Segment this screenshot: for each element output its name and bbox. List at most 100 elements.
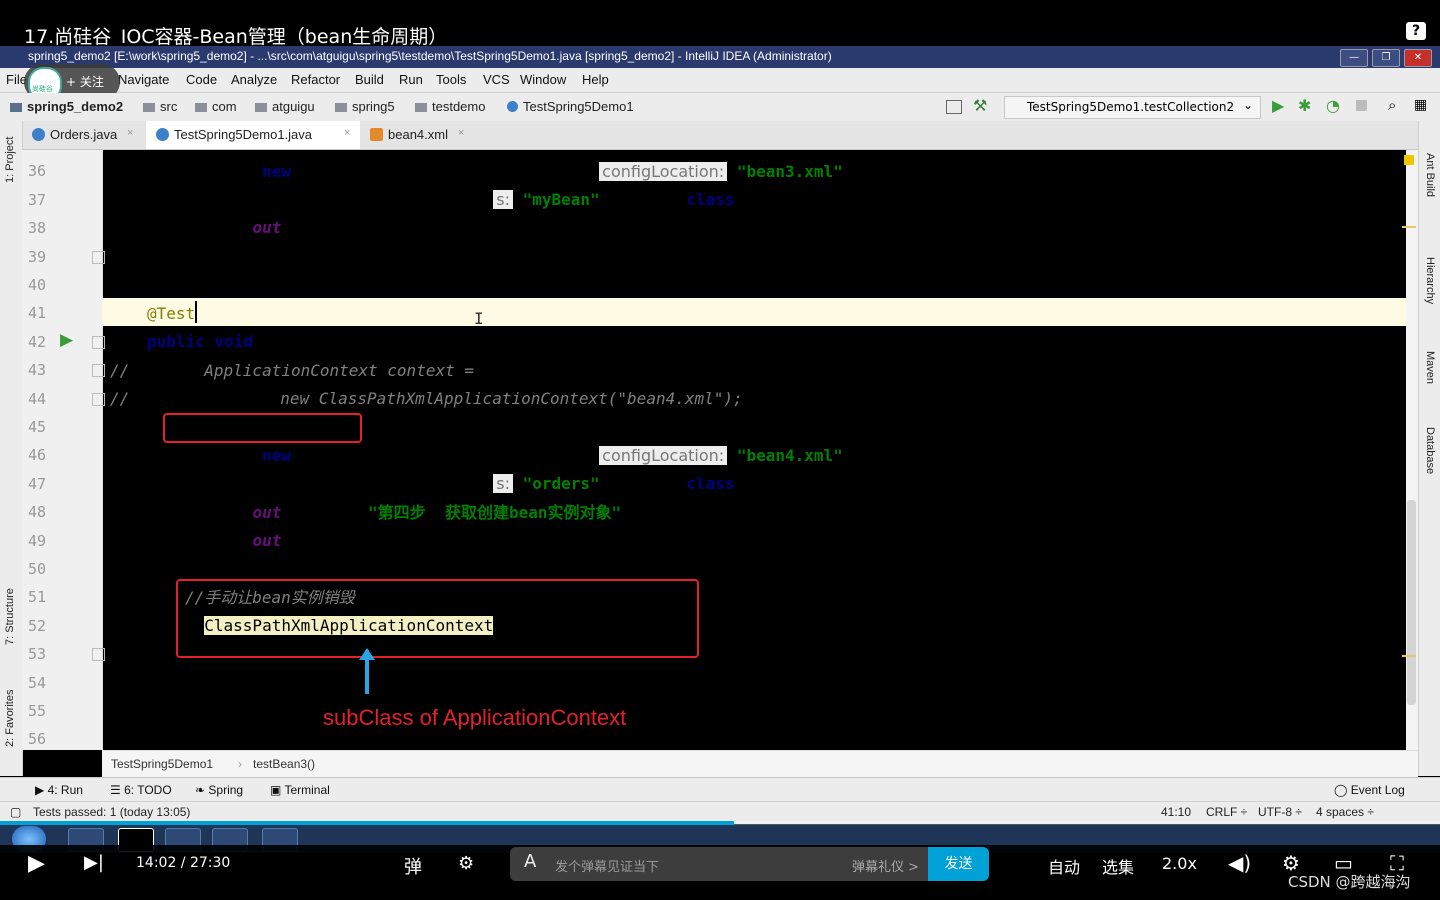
code-line-49: System.out.println(orders); [185, 531, 446, 550]
code-editor[interactable]: new ClassPathXmlApplicationContext(confi… [102, 150, 1408, 750]
line-separator[interactable]: CRLF ÷ [1206, 805, 1247, 819]
menu-vcs[interactable]: VCS [483, 72, 510, 87]
window-title-bar: spring5_demo2 [E:\work\spring5_demo2] - … [0, 46, 1440, 68]
close-tab-icon[interactable]: × [458, 127, 464, 139]
line-number: 52 [28, 617, 47, 635]
play-icon[interactable]: ▶ [28, 851, 45, 876]
crumb-atguigu[interactable]: atguigu [255, 99, 315, 114]
ant-build-tool-button[interactable]: Ant Build [1424, 153, 1436, 197]
settings-icon[interactable]: ▦ [1414, 97, 1427, 113]
terminal-tool-button[interactable]: ▣ Terminal [270, 783, 330, 797]
maximize-button[interactable]: ❐ [1372, 49, 1400, 67]
next-icon[interactable]: ▶| [84, 852, 104, 873]
run-test-gutter-icon[interactable]: ▶ [60, 330, 73, 350]
file-encoding[interactable]: UTF-8 ÷ [1258, 805, 1302, 819]
xml-icon [370, 128, 383, 141]
crumb-class[interactable]: TestSpring5Demo1 [507, 99, 634, 114]
tab-orders-java[interactable]: Orders.java × [22, 121, 146, 149]
quality-button[interactable]: 自动 [1048, 854, 1080, 878]
line-number: 46 [28, 446, 47, 464]
line-number: 49 [28, 532, 47, 550]
code-line-37: Course course = context.getBean(s: "myBe… [185, 190, 754, 209]
menu-window[interactable]: Window [520, 72, 566, 87]
line-number: 48 [28, 503, 47, 521]
volume-icon[interactable]: ◀) [1228, 851, 1251, 875]
line-number: 54 [28, 674, 47, 692]
crumb-class-name[interactable]: TestSpring5Demo1 [111, 757, 213, 771]
menu-refactor[interactable]: Refactor [291, 72, 340, 87]
line-number: 40 [28, 276, 47, 294]
todo-tool-button[interactable]: ☰ 6: TODO [110, 783, 172, 797]
error-stripe-marker[interactable] [1402, 226, 1416, 228]
line-number: 37 [28, 191, 47, 209]
danmu-placeholder: 发个弹幕见证当下 [555, 860, 660, 875]
crumb-src[interactable]: src [143, 99, 177, 114]
danmu-input[interactable]: A 发个弹幕见证当下 弹幕礼仪 > [510, 847, 928, 881]
close-button[interactable]: ✕ [1404, 49, 1432, 67]
database-tool-button[interactable]: Database [1424, 427, 1436, 474]
tab-bean4-xml[interactable]: bean4.xml × [360, 121, 478, 149]
favorites-tool-button[interactable]: 2: Favorites [4, 690, 16, 747]
tool-window-bar: ▶ 4: Run ☰ 6: TODO ❧ Spring ▣ Terminal ◯… [0, 777, 1440, 802]
line-number: 36 [28, 162, 47, 180]
line-number: 45 [28, 418, 47, 436]
stop-icon[interactable] [1356, 100, 1367, 111]
menu-code[interactable]: Code [186, 72, 217, 87]
layout-icon[interactable] [946, 100, 962, 114]
menu-analyze[interactable]: Analyze [231, 72, 277, 87]
crumb-project[interactable]: spring5_demo2 [10, 99, 123, 114]
inspection-status-icon[interactable] [1404, 155, 1414, 165]
code-line-53: } [147, 644, 157, 663]
line-number: 43 [28, 361, 47, 379]
code-line-39: } [147, 247, 157, 266]
line-number: 38 [28, 219, 47, 237]
menu-build[interactable]: Build [355, 72, 384, 87]
send-danmu-button[interactable]: 发送 [928, 847, 989, 881]
status-message[interactable]: Tests passed: 1 (today 13:05) [33, 805, 190, 819]
caret-position[interactable]: 41:10 [1161, 805, 1191, 819]
follow-button[interactable]: + 关注 [66, 73, 104, 90]
editor-scrollbar[interactable] [1406, 150, 1418, 750]
scrollbar-thumb[interactable] [1407, 500, 1416, 705]
episodes-button[interactable]: 选集 [1102, 854, 1134, 878]
run-tool-button[interactable]: ▶ 4: Run [35, 783, 83, 797]
coverage-icon[interactable]: ◔ [1326, 96, 1340, 115]
menu-bar: File Navigate Code Analyze Refactor Buil… [0, 68, 1440, 93]
highlight-applicationcontext-box [163, 413, 362, 443]
spring-tool-button[interactable]: ❧ Spring [195, 783, 243, 797]
danmu-settings-icon[interactable]: ⚙ [458, 853, 474, 874]
build-hammer-icon[interactable]: ⚒ [973, 96, 987, 115]
structure-tool-button[interactable]: 7: Structure [4, 588, 16, 645]
tab-testspring5demo1-java[interactable]: TestSpring5Demo1.java × [146, 121, 360, 149]
debug-icon[interactable]: ✱ [1298, 96, 1311, 115]
crumb-testdemo[interactable]: testdemo [415, 99, 485, 114]
highlight-close-block-box [176, 579, 699, 658]
time-display: 14:02 / 27:30 [136, 855, 231, 871]
maven-tool-button[interactable]: Maven [1424, 351, 1436, 384]
menu-help[interactable]: Help [582, 72, 609, 87]
right-tool-strip: Ant Build Hierarchy Maven Database [1418, 121, 1440, 776]
danmu-etiquette-link[interactable]: 弹幕礼仪 > [852, 856, 919, 875]
indent-setting[interactable]: 4 spaces ÷ [1316, 805, 1374, 819]
help-icon[interactable]: ? [1406, 22, 1426, 40]
danmu-toggle-icon[interactable]: 弹 [404, 853, 422, 879]
minimize-button[interactable]: — [1340, 49, 1368, 67]
menu-navigate[interactable]: Navigate [118, 72, 169, 87]
crumb-com[interactable]: com [195, 99, 237, 114]
crumb-spring5[interactable]: spring5 [335, 99, 395, 114]
error-stripe-marker[interactable] [1402, 655, 1416, 657]
project-tool-button[interactable]: 1: Project [4, 137, 16, 183]
danmu-style-icon[interactable]: A [524, 851, 536, 872]
run-icon[interactable]: ▶ [1272, 96, 1284, 115]
menu-run[interactable]: Run [399, 72, 423, 87]
hierarchy-tool-button[interactable]: Hierarchy [1424, 257, 1436, 304]
speed-button[interactable]: 2.0x [1162, 854, 1197, 873]
menu-tools[interactable]: Tools [436, 72, 466, 87]
event-log-tool-button[interactable]: ◯ Event Log [1334, 783, 1405, 797]
close-tab-icon[interactable]: × [127, 127, 133, 139]
run-configuration-select[interactable]: TestSpring5Demo1.testCollection2 ⌄ [1004, 96, 1261, 119]
search-icon[interactable]: ⌕ [1388, 96, 1396, 114]
crumb-method-name[interactable]: testBean3() [253, 757, 315, 771]
close-tab-icon[interactable]: × [344, 127, 350, 139]
annotation-label: subClass of ApplicationContext [323, 705, 627, 730]
